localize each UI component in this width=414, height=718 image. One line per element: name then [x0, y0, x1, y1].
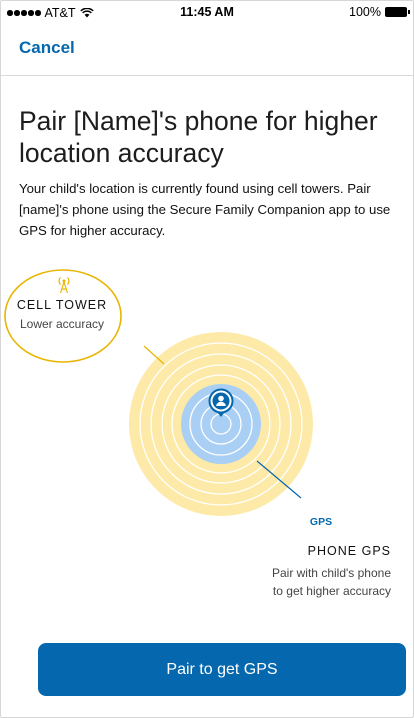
cell-tower-label: CELL TOWER: [16, 298, 108, 312]
battery-status: 100%: [349, 5, 410, 19]
pair-to-get-gps-button[interactable]: Pair to get GPS: [38, 643, 406, 696]
battery-icon: [385, 7, 410, 17]
phone-gps-sublabel: Pair with child's phone to get higher ac…: [231, 564, 391, 600]
page-title: Pair [Name]'s phone for higher location …: [19, 106, 378, 168]
app-screen: AT&T 11:45 AM 100% Cancel Pair [Name]'s …: [0, 0, 414, 718]
cell-tower-sublabel: Lower accuracy: [19, 317, 105, 331]
phone-gps-sublabel-line-2: to get higher accuracy: [272, 584, 391, 598]
accuracy-diagram: CELL TOWER Lower accuracy GPS PHONE GPS …: [1, 261, 413, 601]
phone-gps-label: PHONE GPS: [307, 544, 391, 558]
navigation-bar: Cancel: [1, 23, 413, 76]
cancel-button[interactable]: Cancel: [19, 38, 75, 58]
gps-tag: GPS: [309, 516, 333, 528]
phone-gps-sublabel-line-1: Pair with child's phone: [271, 566, 391, 580]
status-bar: AT&T 11:45 AM 100%: [1, 1, 413, 23]
description-text: Your child's location is currently found…: [19, 181, 391, 238]
battery-percent: 100%: [349, 5, 381, 19]
